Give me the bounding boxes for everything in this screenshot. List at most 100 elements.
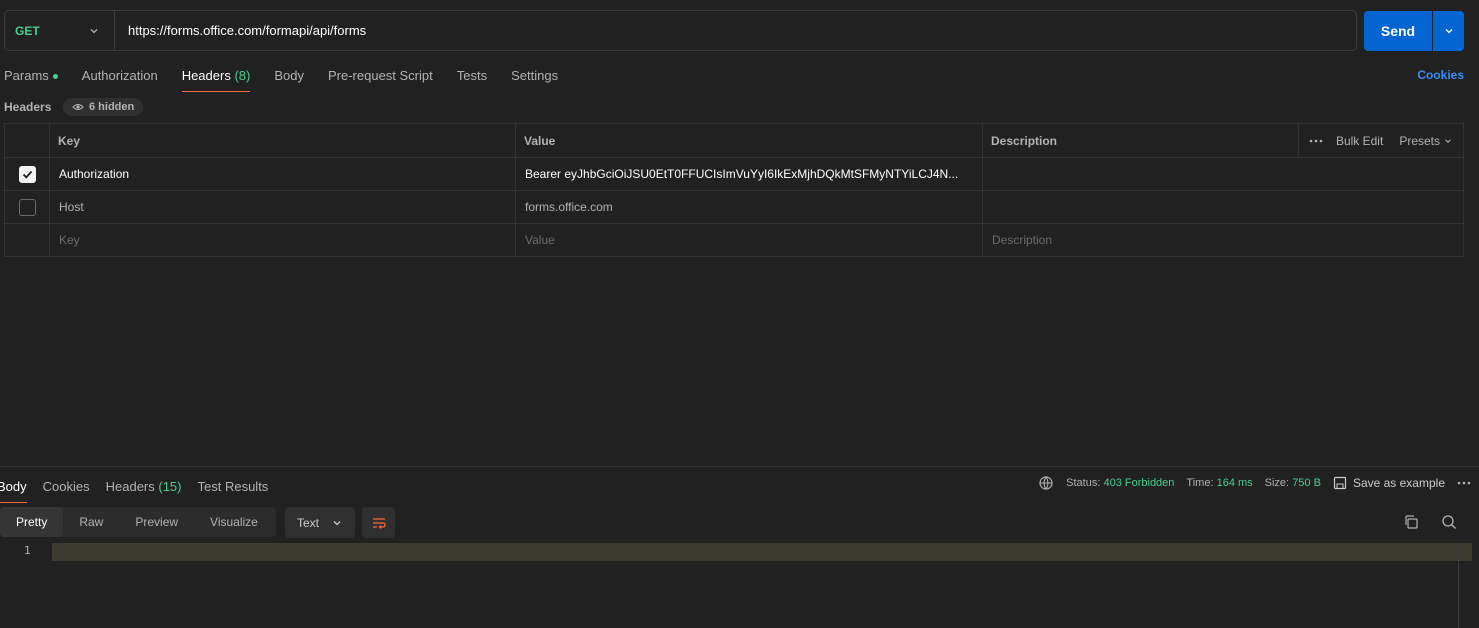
tab-response-body[interactable]: Body: [0, 475, 27, 503]
editor-scrollbar[interactable]: [1458, 543, 1459, 628]
tab-label: Authorization: [81, 68, 158, 83]
tab-authorization[interactable]: Authorization: [82, 64, 158, 92]
header-value-cell[interactable]: forms.office.com: [515, 190, 983, 224]
key-column-header: Key: [49, 123, 516, 158]
send-options-button[interactable]: [1433, 11, 1464, 51]
tab-count: (8): [234, 68, 251, 83]
tab-response-headers[interactable]: Headers (15): [106, 475, 182, 503]
chevron-down-icon: [90, 28, 98, 33]
tab-response-cookies[interactable]: Cookies: [43, 475, 90, 503]
row-checkbox-cell: [4, 223, 50, 257]
hidden-badge-label: 6 hidden: [89, 101, 135, 113]
tab-label: Cookies: [42, 479, 90, 494]
tab-label: Headers: [105, 479, 155, 494]
response-actions: [1403, 514, 1457, 530]
active-line-highlight: [52, 543, 1472, 561]
more-options-icon[interactable]: [1309, 139, 1323, 143]
params-active-dot: [52, 74, 58, 80]
header-description-cell[interactable]: [982, 190, 1464, 224]
value-column-header: Value: [515, 123, 983, 158]
save-as-example-button[interactable]: Save as example: [1333, 476, 1445, 490]
bulk-edit-button[interactable]: Bulk Edit: [1336, 134, 1383, 148]
status-label: Status:: [1066, 477, 1101, 489]
globe-icon[interactable]: [1038, 475, 1054, 491]
save-icon: [1333, 476, 1347, 490]
presets-button[interactable]: Presets: [1399, 134, 1453, 148]
more-options-icon[interactable]: [1457, 481, 1471, 485]
tab-count: (15): [158, 479, 182, 494]
tab-settings[interactable]: Settings: [511, 64, 558, 92]
format-label: Text: [297, 515, 320, 530]
method-label: GET: [15, 23, 40, 38]
view-mode-visualize[interactable]: Visualize: [194, 507, 274, 537]
wrap-lines-button[interactable]: [362, 507, 395, 538]
status-value: 403 Forbidden: [1103, 477, 1175, 489]
tab-label: Body: [274, 68, 304, 83]
request-url-bar: GET https://forms.office.com/formapi/api…: [4, 10, 1357, 51]
time-info[interactable]: Time: 164 ms: [1186, 477, 1252, 489]
new-key-input[interactable]: Key: [49, 223, 516, 257]
header-key-cell[interactable]: Authorization: [49, 157, 516, 191]
tab-body[interactable]: Body: [274, 64, 304, 92]
table-row: Authorization Bearer eyJhbGciOiJSU0EtT0F…: [4, 157, 1464, 191]
tab-test-results[interactable]: Test Results: [198, 475, 269, 503]
view-mode-preview[interactable]: Preview: [119, 507, 194, 537]
view-mode-raw[interactable]: Raw: [63, 507, 119, 537]
new-value-input[interactable]: Value: [515, 223, 983, 257]
tab-params[interactable]: Params: [4, 64, 58, 92]
checkmark-icon: [22, 170, 32, 179]
search-icon[interactable]: [1441, 514, 1457, 530]
chevron-down-icon: [1445, 138, 1451, 143]
hidden-headers-toggle[interactable]: 6 hidden: [63, 98, 144, 116]
row-checkbox-cell: [4, 157, 50, 191]
tab-tests[interactable]: Tests: [457, 64, 487, 92]
tab-headers[interactable]: Headers (8): [181, 64, 251, 92]
size-info[interactable]: Size: 750 B: [1265, 477, 1321, 489]
format-select[interactable]: Text: [285, 507, 355, 538]
tab-label: Headers: [181, 68, 231, 83]
tab-label: Params: [4, 68, 49, 83]
row-checkbox[interactable]: [18, 165, 36, 183]
tab-label: Tests: [456, 68, 488, 83]
cookies-link[interactable]: Cookies: [1417, 68, 1464, 82]
response-tabs: Body Cookies Headers (15) Test Results: [0, 475, 284, 503]
request-tabs: Params Authorization Headers (8) Body Pr…: [4, 64, 582, 92]
status-info[interactable]: Status: 403 Forbidden: [1066, 477, 1174, 489]
chevron-down-icon: [333, 520, 341, 525]
tab-label: Body: [0, 479, 27, 494]
checkbox-column-header: [4, 123, 50, 158]
view-mode-selector: Pretty Raw Preview Visualize: [0, 507, 276, 537]
time-label: Time:: [1186, 477, 1214, 489]
response-divider[interactable]: [0, 466, 1479, 467]
size-value: 750 B: [1292, 477, 1321, 489]
chevron-down-icon: [1445, 29, 1452, 34]
headers-section-label: Headers: [4, 100, 52, 114]
url-input[interactable]: https://forms.office.com/formapi/api/for…: [115, 23, 1356, 38]
table-header-row: Key Value Description Bulk Edit Presets: [4, 123, 1464, 158]
eye-icon: [72, 104, 84, 110]
time-value: 164 ms: [1216, 477, 1253, 489]
tab-label: Test Results: [197, 479, 269, 494]
copy-icon[interactable]: [1403, 514, 1419, 530]
tab-label: Settings: [511, 68, 559, 83]
table-row: Host forms.office.com: [4, 190, 1464, 224]
wrap-lines-icon: [372, 517, 386, 529]
presets-label: Presets: [1399, 133, 1440, 148]
method-select[interactable]: GET: [5, 11, 115, 50]
tab-pre-request-script[interactable]: Pre-request Script: [328, 64, 433, 92]
line-number: 1: [24, 544, 31, 557]
tab-label: Pre-request Script: [327, 68, 433, 83]
new-description-input[interactable]: Description: [982, 223, 1464, 257]
divider: [1297, 124, 1299, 157]
header-description-cell[interactable]: [982, 157, 1464, 191]
response-body-editor[interactable]: 1: [0, 543, 1472, 561]
header-key-cell[interactable]: Host: [49, 190, 516, 224]
response-status-bar: Status: 403 Forbidden Time: 164 ms Size:…: [1038, 475, 1471, 491]
row-checkbox[interactable]: [18, 198, 36, 216]
send-group: Send: [1364, 11, 1464, 51]
header-value-cell[interactable]: Bearer eyJhbGciOiJSU0EtT0FFUCIsImVuYyI6I…: [515, 157, 983, 191]
send-button[interactable]: Send: [1364, 11, 1432, 51]
save-as-example-label: Save as example: [1352, 476, 1445, 490]
view-mode-pretty[interactable]: Pretty: [0, 507, 64, 537]
description-column-header: Description Bulk Edit Presets: [982, 123, 1464, 158]
